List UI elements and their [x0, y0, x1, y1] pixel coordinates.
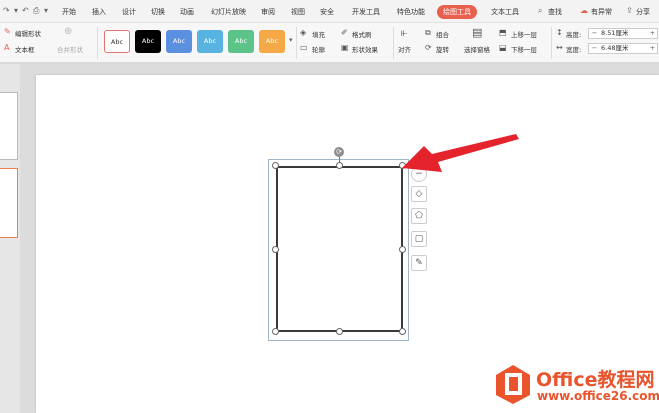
divider — [551, 27, 552, 59]
send-backward-button[interactable]: 下移一层 — [511, 44, 537, 54]
menu-tab-bar: ↷ ▾ ↶ ⎙ ▾ 开始 插入 设计 切换 动画 幻灯片放映 审阅 视图 安全 … — [0, 0, 659, 23]
rotate-icon: ⟳ — [425, 43, 432, 52]
tab-drawing-tools[interactable]: 绘图工具 — [437, 5, 477, 19]
share-icon[interactable]: ⇪ — [626, 6, 633, 15]
tab-text-tools[interactable]: 文本工具 — [491, 5, 519, 19]
rotate-handle-icon[interactable]: ⟳ — [334, 147, 344, 157]
increase-icon[interactable]: + — [648, 44, 657, 53]
resize-handle[interactable] — [272, 246, 279, 253]
anomaly-status[interactable]: 有异常 — [591, 5, 612, 19]
tab-review[interactable]: 审阅 — [261, 5, 275, 19]
merge-shape-button[interactable]: 合并形状 — [57, 44, 83, 54]
tab-home[interactable]: 开始 — [62, 5, 76, 19]
tab-insert[interactable]: 插入 — [92, 5, 106, 19]
undo-icon[interactable]: ↶ — [22, 6, 29, 15]
format-painter-icon: ✐ — [341, 28, 348, 37]
resize-handle[interactable] — [399, 328, 406, 335]
outline-button[interactable]: 轮廓 — [312, 44, 325, 54]
search-icon[interactable]: ⌕ — [538, 6, 542, 16]
text-box-button[interactable]: 文本框 — [15, 44, 35, 54]
send-backward-icon: ⬓ — [499, 43, 507, 52]
layers-icon[interactable]: ◇ — [411, 186, 427, 202]
divider — [97, 27, 98, 59]
shape-effect-button[interactable]: 形状效果 — [352, 44, 378, 54]
print-icon[interactable]: ⎙ — [33, 6, 39, 16]
align-icon: ⫦ — [401, 26, 408, 39]
resize-handle[interactable] — [272, 328, 279, 335]
more-styles-icon[interactable]: ▾ — [289, 36, 293, 44]
height-label: 高度: — [566, 31, 582, 39]
width-label: 宽度: — [566, 46, 582, 54]
height-value[interactable]: 8.51厘米 — [601, 29, 628, 38]
tab-developer[interactable]: 开发工具 — [352, 5, 380, 19]
selection-pane-icon: ▤ — [472, 26, 483, 39]
fill-button[interactable]: 填充 — [312, 29, 325, 39]
rectangle-shape[interactable] — [276, 166, 403, 332]
divider — [296, 27, 297, 59]
resize-handle[interactable] — [399, 246, 406, 253]
tab-view[interactable]: 视图 — [291, 5, 305, 19]
tab-slideshow[interactable]: 幻灯片放映 — [211, 5, 246, 19]
resize-handle[interactable] — [272, 162, 279, 169]
height-field[interactable]: − 8.51厘米 + — [588, 28, 658, 39]
increase-icon[interactable]: + — [648, 29, 657, 38]
width-field[interactable]: − 6.48厘米 + — [588, 43, 658, 54]
watermark-url: www.office26.com — [537, 389, 659, 403]
shape-style-3[interactable]: Abc — [166, 30, 192, 53]
office-logo-icon — [496, 365, 530, 404]
rotate-button[interactable]: 旋转 — [436, 44, 449, 54]
group-button[interactable]: 组合 — [436, 29, 449, 39]
shape-effect-icon: ▣ — [341, 43, 349, 52]
width-value[interactable]: 6.48厘米 — [601, 44, 628, 53]
format-painter-button[interactable]: 格式刷 — [352, 29, 372, 39]
chevron-down-icon[interactable]: ▾ — [44, 6, 48, 15]
edit-shape-icon: ✎ — [4, 27, 11, 36]
merge-shape-icon: ⊕ — [64, 26, 73, 37]
decrease-icon[interactable]: − — [590, 44, 599, 53]
shape-style-1[interactable]: Abc — [104, 30, 130, 53]
text-box-icon: A — [4, 43, 10, 52]
redo-icon[interactable]: ↷ — [3, 6, 10, 15]
bring-forward-icon: ⬒ — [499, 28, 507, 37]
outline-frame-icon[interactable]: ▢ — [411, 231, 427, 247]
shape-style-2[interactable]: Abc — [135, 30, 161, 53]
decrease-icon[interactable]: − — [590, 29, 599, 38]
shape-style-6[interactable]: Abc — [259, 30, 285, 53]
divider — [393, 27, 394, 59]
slide-thumbnail-panel — [0, 64, 20, 413]
fill-icon: ◈ — [300, 28, 307, 37]
width-icon: ↔ — [556, 43, 563, 52]
tab-design[interactable]: 设计 — [122, 5, 136, 19]
resize-handle[interactable] — [336, 162, 343, 169]
selection-pane-button[interactable]: 选择窗格 — [464, 44, 490, 54]
edit-shape-button[interactable]: 编辑形状 — [15, 28, 41, 38]
align-button[interactable]: 对齐 — [398, 44, 411, 54]
share-button[interactable]: 分享 — [636, 5, 650, 19]
cloud-icon: ☁ — [580, 6, 588, 15]
pen-icon[interactable]: ✎ — [411, 255, 427, 271]
slide-thumbnail[interactable] — [0, 92, 18, 160]
watermark-brand: Office教程网 — [536, 369, 655, 391]
tab-animations[interactable]: 动画 — [180, 5, 194, 19]
resize-handle[interactable] — [336, 328, 343, 335]
chevron-down-icon[interactable]: ▾ — [14, 6, 18, 15]
tab-transitions[interactable]: 切换 — [151, 5, 165, 19]
outline-icon: ▭ — [300, 43, 308, 52]
slide-thumbnail-selected[interactable] — [0, 168, 18, 238]
search-button[interactable]: 查找 — [548, 5, 562, 19]
fill-bucket-icon[interactable]: ⬠ — [411, 208, 427, 224]
shape-style-5[interactable]: Abc — [228, 30, 254, 53]
group-icon: ⧉ — [425, 28, 431, 37]
height-icon: ↕ — [556, 28, 563, 37]
shape-style-4[interactable]: Abc — [197, 30, 223, 53]
tab-special[interactable]: 特色功能 — [397, 5, 425, 19]
tab-security[interactable]: 安全 — [320, 5, 334, 19]
bring-forward-button[interactable]: 上移一层 — [511, 29, 537, 39]
red-arrow-annotation — [402, 134, 519, 172]
